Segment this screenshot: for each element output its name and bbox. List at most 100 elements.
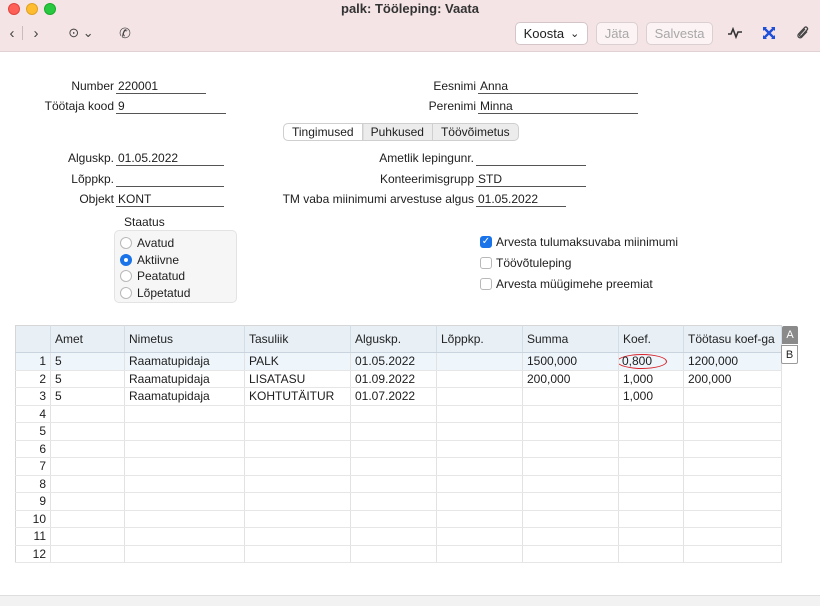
table-row[interactable]: 11 — [15, 527, 782, 546]
table-row[interactable]: 1 5 Raamatupidaja PALK 01.05.2022 1500,0… — [15, 352, 782, 371]
cell-tasuliik[interactable] — [244, 475, 351, 493]
cell-loppkp[interactable] — [436, 440, 523, 458]
forward-arrow-icon[interactable]: › — [28, 22, 44, 44]
cell-alguskp[interactable] — [350, 510, 437, 528]
cell-amet[interactable] — [50, 510, 125, 528]
tootaja-kood-field[interactable]: 9 — [116, 99, 226, 114]
cell-nimetus[interactable] — [124, 405, 245, 423]
checkbox-tulumaksuvaba[interactable]: ✓ Arvesta tulumaksuvaba miinimumi — [480, 234, 678, 250]
cell-tootasu[interactable] — [683, 510, 782, 528]
perenimi-field[interactable]: Minna — [478, 99, 638, 114]
cell-loppkp[interactable] — [436, 475, 523, 493]
cell-tasuliik[interactable] — [244, 440, 351, 458]
cell-amet[interactable] — [50, 457, 125, 476]
expand-icon[interactable] — [759, 22, 779, 44]
table-row[interactable]: 5 — [15, 422, 782, 441]
tab-puhkused[interactable]: Puhkused — [363, 124, 433, 140]
ametlik-lepingunr-field[interactable] — [476, 151, 586, 166]
cell-koef[interactable] — [618, 475, 684, 493]
cell-koef[interactable]: 1,000 — [618, 370, 684, 388]
cell-koef[interactable] — [618, 545, 684, 563]
cell-amet[interactable]: 5 — [50, 387, 125, 406]
cell-amet[interactable]: 5 — [50, 370, 125, 388]
objekt-field[interactable]: KONT — [116, 192, 224, 207]
number-field[interactable]: 220001 — [116, 79, 206, 94]
salvesta-button[interactable]: Salvesta — [646, 22, 713, 45]
column-header-nimetus[interactable]: Nimetus — [124, 325, 245, 353]
phone-icon[interactable]: ✆ — [116, 22, 134, 44]
table-row[interactable]: 8 — [15, 475, 782, 493]
paperclip-icon[interactable] — [794, 22, 812, 44]
cell-tasuliik[interactable] — [244, 545, 351, 563]
cell-summa[interactable]: 1500,000 — [522, 352, 619, 371]
cell-loppkp[interactable] — [436, 352, 523, 371]
checkbox-muugimehe-preemia[interactable]: Arvesta müügimehe preemiat — [480, 276, 653, 292]
alguskp-field[interactable]: 01.05.2022 — [116, 151, 224, 166]
cell-tasuliik[interactable]: PALK — [244, 352, 351, 371]
cell-koef[interactable] — [618, 405, 684, 423]
cell-alguskp[interactable]: 01.05.2022 — [350, 352, 437, 371]
cell-loppkp[interactable] — [436, 422, 523, 441]
cell-koef[interactable] — [618, 527, 684, 546]
table-row[interactable]: 9 — [15, 492, 782, 511]
cell-summa[interactable] — [522, 510, 619, 528]
cell-summa[interactable] — [522, 527, 619, 546]
table-row[interactable]: 2 5 Raamatupidaja LISATASU 01.09.2022 20… — [15, 370, 782, 388]
more-options-icon[interactable]: ⊙ ⌄ — [64, 22, 98, 44]
column-header-koef[interactable]: Koef. — [618, 325, 684, 353]
cell-summa[interactable]: 200,000 — [522, 370, 619, 388]
cell-tootasu[interactable] — [683, 492, 782, 511]
checkbox-toovotuleping[interactable]: Töövõtuleping — [480, 255, 571, 271]
cell-nimetus[interactable] — [124, 527, 245, 546]
tab-toovoimetus[interactable]: Töövõimetus — [433, 124, 518, 140]
cell-nimetus[interactable] — [124, 475, 245, 493]
cell-amet[interactable] — [50, 440, 125, 458]
cell-amet[interactable] — [50, 475, 125, 493]
cell-tasuliik[interactable] — [244, 510, 351, 528]
cell-nimetus[interactable] — [124, 457, 245, 476]
activity-icon[interactable] — [725, 22, 745, 44]
cell-summa[interactable] — [522, 457, 619, 476]
tab-tingimused[interactable]: Tingimused — [284, 124, 363, 140]
cell-nimetus[interactable] — [124, 440, 245, 458]
cell-loppkp[interactable] — [436, 457, 523, 476]
jata-button[interactable]: Jäta — [596, 22, 638, 45]
cell-tasuliik[interactable] — [244, 405, 351, 423]
cell-summa[interactable] — [522, 545, 619, 563]
cell-alguskp[interactable] — [350, 545, 437, 563]
cell-tasuliik[interactable] — [244, 422, 351, 441]
cell-summa[interactable] — [522, 475, 619, 493]
cell-tootasu[interactable] — [683, 440, 782, 458]
column-header-amet[interactable]: Amet — [50, 325, 125, 353]
grid-side-tab-a[interactable]: A — [782, 326, 798, 344]
cell-nimetus[interactable]: Raamatupidaja — [124, 387, 245, 406]
column-header-alguskp[interactable]: Alguskp. — [350, 325, 437, 353]
column-header-tootasu-koefga[interactable]: Töötasu koef-ga — [683, 325, 782, 353]
cell-loppkp[interactable] — [436, 510, 523, 528]
cell-tasuliik[interactable] — [244, 457, 351, 476]
cell-alguskp[interactable] — [350, 492, 437, 511]
back-arrow-icon[interactable]: ‹ — [4, 22, 20, 44]
cell-loppkp[interactable] — [436, 405, 523, 423]
cell-amet[interactable] — [50, 527, 125, 546]
cell-nimetus[interactable] — [124, 510, 245, 528]
cell-loppkp[interactable] — [436, 370, 523, 388]
cell-loppkp[interactable] — [436, 387, 523, 406]
tm-vaba-field[interactable]: 01.05.2022 — [476, 192, 566, 207]
cell-tasuliik[interactable] — [244, 527, 351, 546]
cell-summa[interactable] — [522, 405, 619, 423]
cell-alguskp[interactable] — [350, 527, 437, 546]
cell-tasuliik[interactable]: LISATASU — [244, 370, 351, 388]
cell-nimetus[interactable] — [124, 422, 245, 441]
cell-loppkp[interactable] — [436, 545, 523, 563]
cell-alguskp[interactable] — [350, 457, 437, 476]
radio-lopetatud[interactable]: Lõpetatud — [120, 285, 190, 301]
column-header-tasuliik[interactable]: Tasuliik — [244, 325, 351, 353]
cell-amet[interactable] — [50, 545, 125, 563]
cell-tootasu[interactable]: 1200,000 — [683, 352, 782, 371]
cell-summa[interactable] — [522, 387, 619, 406]
cell-tootasu[interactable] — [683, 527, 782, 546]
cell-tootasu[interactable] — [683, 422, 782, 441]
cell-nimetus[interactable] — [124, 492, 245, 511]
konteerimisgrupp-field[interactable]: STD — [476, 172, 586, 187]
